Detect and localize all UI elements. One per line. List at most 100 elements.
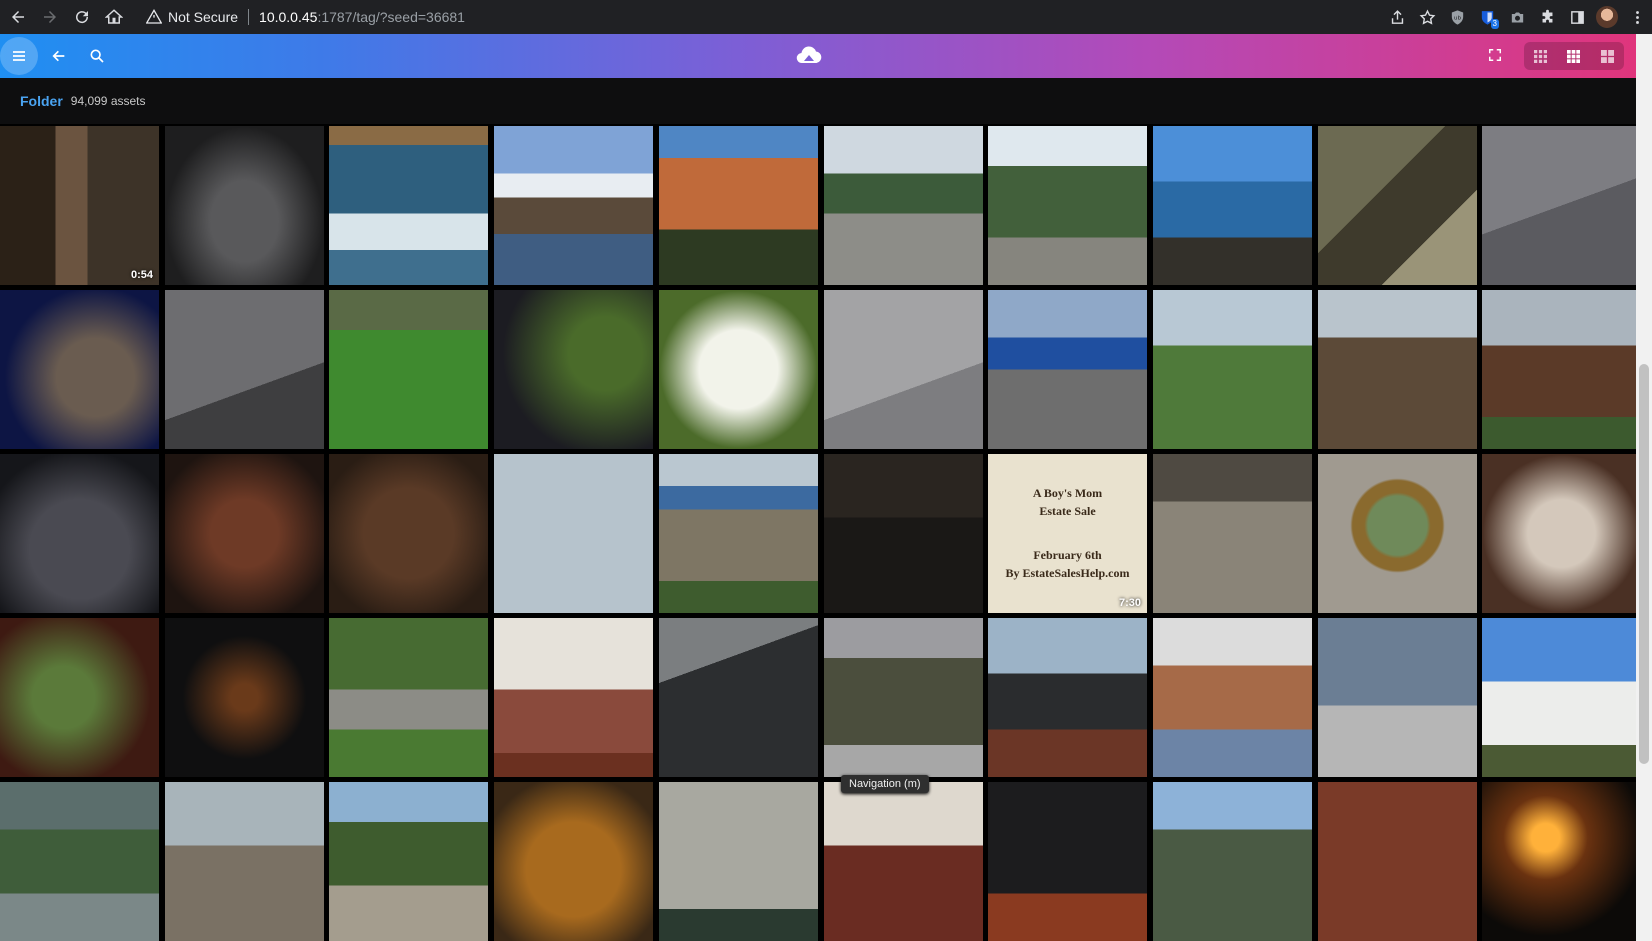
svg-text:ub: ub (1453, 15, 1461, 21)
video-duration: 7:30 (1118, 597, 1141, 609)
photo-thumbnail[interactable] (1318, 454, 1477, 613)
profile-avatar[interactable] (1592, 2, 1622, 32)
home-icon[interactable] (100, 3, 128, 31)
search-button[interactable] (80, 39, 114, 73)
medium-grid-icon (1567, 49, 1581, 63)
photo-thumbnail[interactable] (1153, 782, 1312, 941)
extension-badge: 3 (1490, 19, 1499, 29)
warning-icon (146, 9, 162, 24)
photo-thumbnail[interactable] (659, 782, 818, 941)
ublock-shield-icon[interactable]: ub (1442, 2, 1472, 32)
photo-thumbnail[interactable] (824, 454, 983, 613)
photo-thumbnail[interactable] (824, 126, 983, 285)
navigation-tooltip: Navigation (m) (841, 775, 929, 793)
photo-thumbnail[interactable] (988, 126, 1147, 285)
photo-thumbnail[interactable] (824, 618, 983, 777)
back-arrow-icon (52, 50, 65, 62)
photo-thumbnail[interactable] (0, 618, 159, 777)
photo-grid: 0:54 A Boy's Mom Estate Sale February 6th By… (0, 126, 1636, 941)
url-path: :1787/tag/?seed=36681 (317, 9, 465, 25)
photo-thumbnail[interactable] (659, 618, 818, 777)
photo-thumbnail[interactable] (329, 618, 488, 777)
photo-thumbnail[interactable] (1153, 618, 1312, 777)
medium-grid-button[interactable] (1560, 44, 1588, 68)
photo-thumbnail[interactable] (165, 782, 324, 941)
photo-thumbnail[interactable]: A Boy's Mom Estate Sale February 6th By Est… (988, 454, 1147, 613)
bitwarden-shield-icon[interactable]: 3 (1472, 2, 1502, 32)
photo-thumbnail[interactable] (1318, 618, 1477, 777)
address-bar[interactable]: Not Secure 10.0.0.45:1787/tag/?seed=3668… (146, 4, 1408, 30)
side-panel-icon[interactable] (1562, 2, 1592, 32)
photo-thumbnail[interactable] (1318, 290, 1477, 449)
video-duration: 0:54 (130, 269, 153, 281)
back-button[interactable] (42, 39, 76, 73)
fullscreen-icon (1489, 49, 1501, 61)
photo-thumbnail[interactable]: 0:54 (0, 126, 159, 285)
security-label[interactable]: Not Secure (168, 9, 238, 25)
search-icon (90, 49, 104, 63)
photo-thumbnail[interactable] (1482, 618, 1636, 777)
address-separator (248, 9, 250, 25)
photo-thumbnail[interactable] (329, 290, 488, 449)
small-grid-icon (1534, 49, 1548, 63)
photo-thumbnail[interactable] (329, 454, 488, 613)
large-grid-icon (1600, 49, 1614, 63)
photo-thumbnail[interactable] (659, 290, 818, 449)
photo-thumbnail[interactable] (494, 290, 653, 449)
kebab-menu-icon[interactable] (1622, 2, 1652, 32)
hamburger-menu-button[interactable] (0, 37, 38, 75)
camera-icon[interactable] (1502, 2, 1532, 32)
page-scrollbar[interactable] (1636, 34, 1652, 941)
photo-thumbnail[interactable] (1153, 454, 1312, 613)
cloud-logo-icon[interactable] (796, 44, 822, 66)
photo-thumbnail[interactable] (1482, 126, 1636, 285)
share-icon[interactable] (1382, 2, 1412, 32)
hamburger-icon (13, 51, 25, 61)
photo-thumbnail[interactable] (1153, 290, 1312, 449)
photo-thumbnail[interactable] (329, 782, 488, 941)
photo-thumbnail[interactable] (988, 618, 1147, 777)
forward-arrow-icon[interactable] (36, 3, 64, 31)
photo-thumbnail[interactable] (0, 782, 159, 941)
photo-thumbnail[interactable] (659, 454, 818, 613)
photo-thumbnail[interactable] (494, 454, 653, 613)
photo-thumbnail[interactable] (1482, 454, 1636, 613)
photo-thumbnail[interactable] (0, 290, 159, 449)
photo-thumbnail[interactable] (494, 126, 653, 285)
photo-thumbnail[interactable] (165, 618, 324, 777)
photo-thumbnail[interactable] (824, 782, 983, 941)
large-grid-button[interactable] (1593, 44, 1621, 68)
photo-thumbnail[interactable] (1482, 290, 1636, 449)
folder-title[interactable]: Folder (20, 93, 63, 109)
small-grid-button[interactable] (1527, 44, 1555, 68)
fullscreen-button[interactable] (1480, 40, 1510, 70)
photo-thumbnail[interactable] (0, 454, 159, 613)
extensions-area: ub 3 (1382, 0, 1652, 34)
bookmark-star-icon[interactable] (1412, 2, 1442, 32)
poster-title: A Boy's Mom Estate Sale (1032, 486, 1103, 518)
puzzle-extensions-icon[interactable] (1532, 2, 1562, 32)
reload-icon[interactable] (68, 3, 96, 31)
photo-thumbnail[interactable] (494, 618, 653, 777)
photo-thumbnail[interactable] (165, 126, 324, 285)
poster-subtitle: February 6th By EstateSalesHelp.com (1005, 548, 1130, 580)
photo-thumbnail[interactable] (1482, 782, 1636, 941)
photo-thumbnail[interactable] (1318, 782, 1477, 941)
photo-thumbnail[interactable] (659, 126, 818, 285)
photo-thumbnail[interactable] (1318, 126, 1477, 285)
photo-thumbnail[interactable] (494, 782, 653, 941)
photo-thumbnail[interactable] (988, 782, 1147, 941)
photo-thumbnail[interactable] (329, 126, 488, 285)
back-arrow-icon[interactable] (4, 3, 32, 31)
photo-thumbnail[interactable] (165, 290, 324, 449)
app-header (0, 34, 1636, 78)
folder-header: Folder 94,099 assets (0, 78, 1636, 124)
grid-size-toggle (1524, 42, 1624, 70)
url-host: 10.0.0.45 (259, 9, 318, 25)
photo-thumbnail[interactable] (988, 290, 1147, 449)
photo-thumbnail[interactable] (1153, 126, 1312, 285)
scrollbar-thumb[interactable] (1639, 364, 1649, 764)
photo-thumbnail[interactable] (824, 290, 983, 449)
browser-toolbar: Not Secure 10.0.0.45:1787/tag/?seed=3668… (0, 0, 1652, 34)
photo-thumbnail[interactable] (165, 454, 324, 613)
